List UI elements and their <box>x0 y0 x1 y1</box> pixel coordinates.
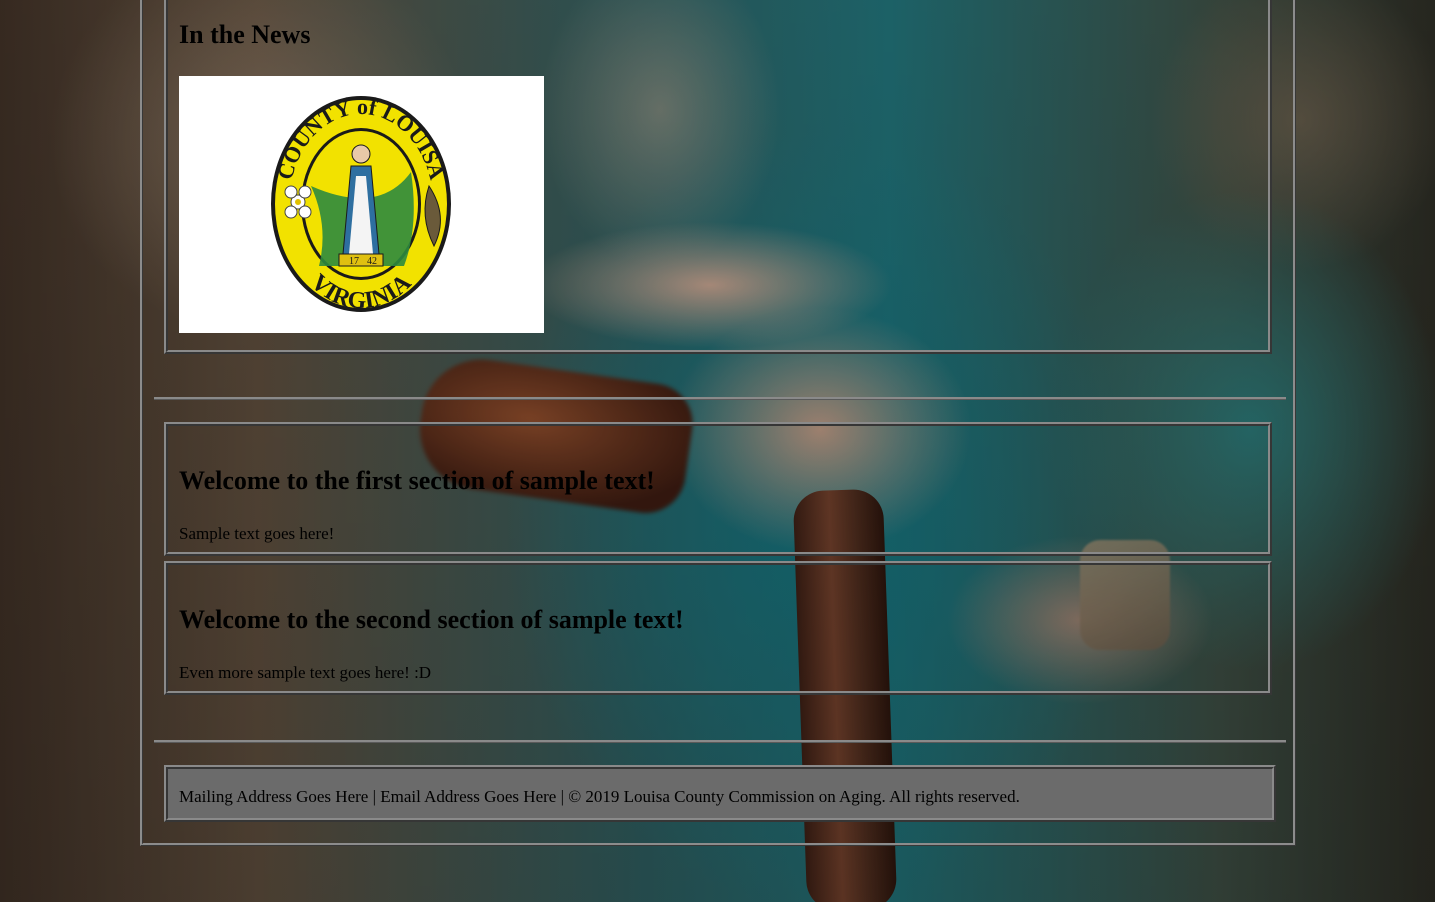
news-title: In the News <box>179 20 311 49</box>
section-heading-2: Welcome to the second section of sample … <box>179 605 684 634</box>
divider-top <box>154 397 1286 400</box>
footer: Mailing Address Goes Here | Email Addres… <box>164 765 1276 822</box>
seal-number-right: 42 <box>367 256 377 267</box>
county-seal-graphic: COUNTY of LOUISA VIRGINIA 17 42 <box>271 94 451 314</box>
footer-mailing-address: Mailing Address Goes Here <box>179 787 369 806</box>
footer-separator: | <box>556 787 569 806</box>
divider-bottom <box>154 740 1286 743</box>
footer-copyright: © 2019 Louisa County Commission on Aging… <box>568 787 1020 806</box>
section-text-2: Even more sample text goes here! :D <box>179 663 432 682</box>
section-text-1: Sample text goes here! <box>179 524 335 543</box>
section-panel-1: Welcome to the first section of sample t… <box>164 422 1272 556</box>
section-panel-2: Welcome to the second section of sample … <box>164 561 1272 695</box>
footer-text: Mailing Address Goes Here | Email Addres… <box>179 788 1020 805</box>
county-seal-image: COUNTY of LOUISA VIRGINIA 17 42 <box>179 76 544 333</box>
footer-email-address: Email Address Goes Here <box>380 787 557 806</box>
news-panel: In the News COUNTY of LOUISA VIRGINIA 17… <box>164 0 1272 354</box>
seal-number-left: 17 <box>349 256 359 267</box>
section-heading-1: Welcome to the first section of sample t… <box>179 466 655 495</box>
footer-separator: | <box>368 787 381 806</box>
